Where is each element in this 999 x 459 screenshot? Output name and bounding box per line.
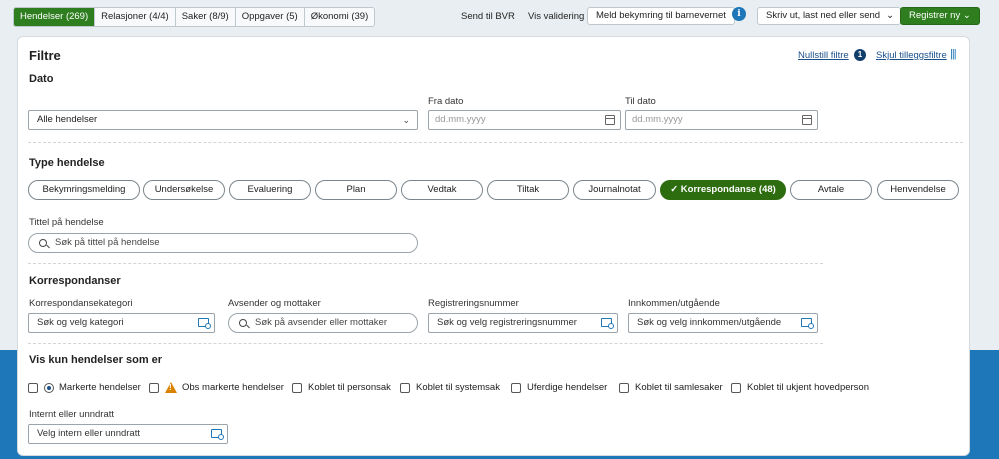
tab-saker[interactable]: Saker (8/9) [175,8,236,26]
checkbox[interactable] [511,382,521,393]
calendar-icon[interactable] [802,115,812,125]
chevron-down-icon: ⌄ [402,115,410,125]
tab-hendelser[interactable]: Hendelser (269) [14,8,96,26]
tab-relasjoner[interactable]: Relasjoner (4/4) [95,8,176,26]
option-label: Uferdige hendelser [527,382,608,393]
section-divider [28,263,823,264]
section-divider [28,343,823,344]
from-date-label: Fra dato [428,96,464,107]
incoming-outgoing-placeholder: Søk og velg innkommen/utgående [637,317,782,328]
option-marked-events[interactable]: Markerte hendelser [28,382,141,393]
chip-plan[interactable]: Plan [315,180,397,200]
to-date-label: Til dato [625,96,656,107]
sender-receiver-label: Avsender og mottaker [228,298,321,309]
chip-evaluering[interactable]: Evaluering [229,180,311,200]
reset-filters-link[interactable]: Nullstill filtre [798,50,849,61]
option-label: Koblet til samlesaker [635,382,723,393]
checkbox[interactable] [731,382,741,393]
option-label: Obs markerte hendelser [182,382,284,393]
marked-radio-icon [44,382,54,393]
hide-extra-filters-link[interactable]: Skjul tilleggsfiltre [876,50,947,61]
date-section-title: Dato [29,73,54,85]
option-person-case[interactable]: Koblet til personsak [292,382,391,393]
chip-korrespondanse[interactable]: ✓ Korrespondanse (48) [660,180,786,200]
tab-oppgaver[interactable]: Oppgaver (5) [235,8,305,26]
chip-tiltak[interactable]: Tiltak [487,180,569,200]
option-label: Koblet til systemsak [416,382,500,393]
event-range-select[interactable]: Alle hendelser ⌄ [28,110,418,130]
sender-receiver-placeholder: Søk på avsender eller mottaker [255,317,388,328]
event-type-section-title: Type hendelse [29,157,105,169]
active-filter-count-badge: 1 [854,49,866,61]
checkbox[interactable] [400,382,410,393]
category-label: Korrespondansekategori [29,298,133,309]
event-title-search-input[interactable]: Søk på tittel på hendelse [28,233,418,253]
category-combobox[interactable]: Søk og velg kategori [28,313,215,333]
to-date-placeholder: dd.mm.yyyy [632,114,683,125]
list-search-icon[interactable] [198,318,211,329]
registration-number-combobox[interactable]: Søk og velg registreringsnummer [428,313,618,333]
chip-avtale[interactable]: Avtale [790,180,872,200]
option-label: Koblet til personsak [308,382,391,393]
filter-panel: Filtre Nullstill filtre 1 Skjul tilleggs… [17,36,970,456]
calendar-icon[interactable] [605,115,615,125]
correspondence-section-title: Korrespondanser [29,275,121,287]
print-menu-label: Skriv ut, last ned eller send [766,10,881,21]
option-unknown-main-person[interactable]: Koblet til ukjent hovedperson [731,382,869,393]
option-system-case[interactable]: Koblet til systemsak [400,382,500,393]
chevron-down-icon: ⌄ [962,10,971,21]
registration-number-label: Registreringsnummer [428,298,519,309]
main-tabs: Hendelser (269) Relasjoner (4/4) Saker (… [13,7,376,27]
checkbox[interactable] [149,382,159,393]
registration-number-placeholder: Søk og velg registreringsnummer [437,317,577,328]
list-search-icon[interactable] [801,318,814,329]
list-search-icon[interactable] [601,318,614,329]
top-toolbar: Hendelser (269) Relasjoner (4/4) Saker (… [0,0,999,36]
report-concern-button[interactable]: Meld bekymring til barnevernet [587,7,735,25]
register-new-button[interactable]: Registrer ny ⌄ [900,7,980,25]
category-placeholder: Søk og velg kategori [37,317,124,328]
chip-bekymringsmelding[interactable]: Bekymringsmelding [28,180,140,200]
to-date-input[interactable]: dd.mm.yyyy [625,110,818,130]
internal-withheld-placeholder: Velg intern eller unndratt [37,428,140,439]
option-collective-cases[interactable]: Koblet til samlesaker [619,382,723,393]
chip-vedtak[interactable]: Vedtak [401,180,483,200]
sender-receiver-search-input[interactable]: Søk på avsender eller mottaker [228,313,418,333]
filter-columns-icon[interactable]: ||| [950,48,957,60]
event-range-value: Alle hendelser [37,114,98,125]
search-icon [39,239,47,247]
search-icon [239,319,247,327]
chip-henvendelse[interactable]: Henvendelse [877,180,959,200]
show-only-section-title: Vis kun hendelser som er [29,354,163,366]
info-icon[interactable]: i [732,7,746,21]
checkbox[interactable] [28,382,38,393]
tab-okonomi[interactable]: Økonomi (39) [304,8,375,26]
section-divider [28,142,963,143]
event-title-search-placeholder: Søk på tittel på hendelse [55,237,160,248]
list-search-icon[interactable] [211,429,224,440]
filters-title: Filtre [29,48,61,63]
incoming-outgoing-combobox[interactable]: Søk og velg innkommen/utgående [628,313,818,333]
print-download-send-menu[interactable]: Skriv ut, last ned eller send ⌄ [757,7,902,25]
checkbox[interactable] [292,382,302,393]
chevron-down-icon: ⌄ [886,10,895,21]
checkbox[interactable] [619,382,629,393]
from-date-input[interactable]: dd.mm.yyyy [428,110,621,130]
send-bvr-button[interactable]: Send til BVR [461,11,515,22]
internal-withheld-label: Internt eller unndratt [29,409,115,420]
option-label: Markerte hendelser [59,382,141,393]
internal-withheld-combobox[interactable]: Velg intern eller unndratt [28,424,228,444]
incoming-outgoing-label: Innkommen/utgående [628,298,720,309]
from-date-placeholder: dd.mm.yyyy [435,114,486,125]
warning-icon [165,382,177,393]
register-new-label: Registrer ny [909,10,961,21]
show-validation-button[interactable]: Vis validering [528,11,584,22]
event-title-label: Tittel på hendelse [29,217,104,228]
chip-journalnotat[interactable]: Journalnotat [573,180,656,200]
option-obs-marked-events[interactable]: Obs markerte hendelser [149,382,284,393]
option-unfinished-events[interactable]: Uferdige hendelser [511,382,607,393]
chip-undersokelse[interactable]: Undersøkelse [143,180,225,200]
option-label: Koblet til ukjent hovedperson [747,382,869,393]
